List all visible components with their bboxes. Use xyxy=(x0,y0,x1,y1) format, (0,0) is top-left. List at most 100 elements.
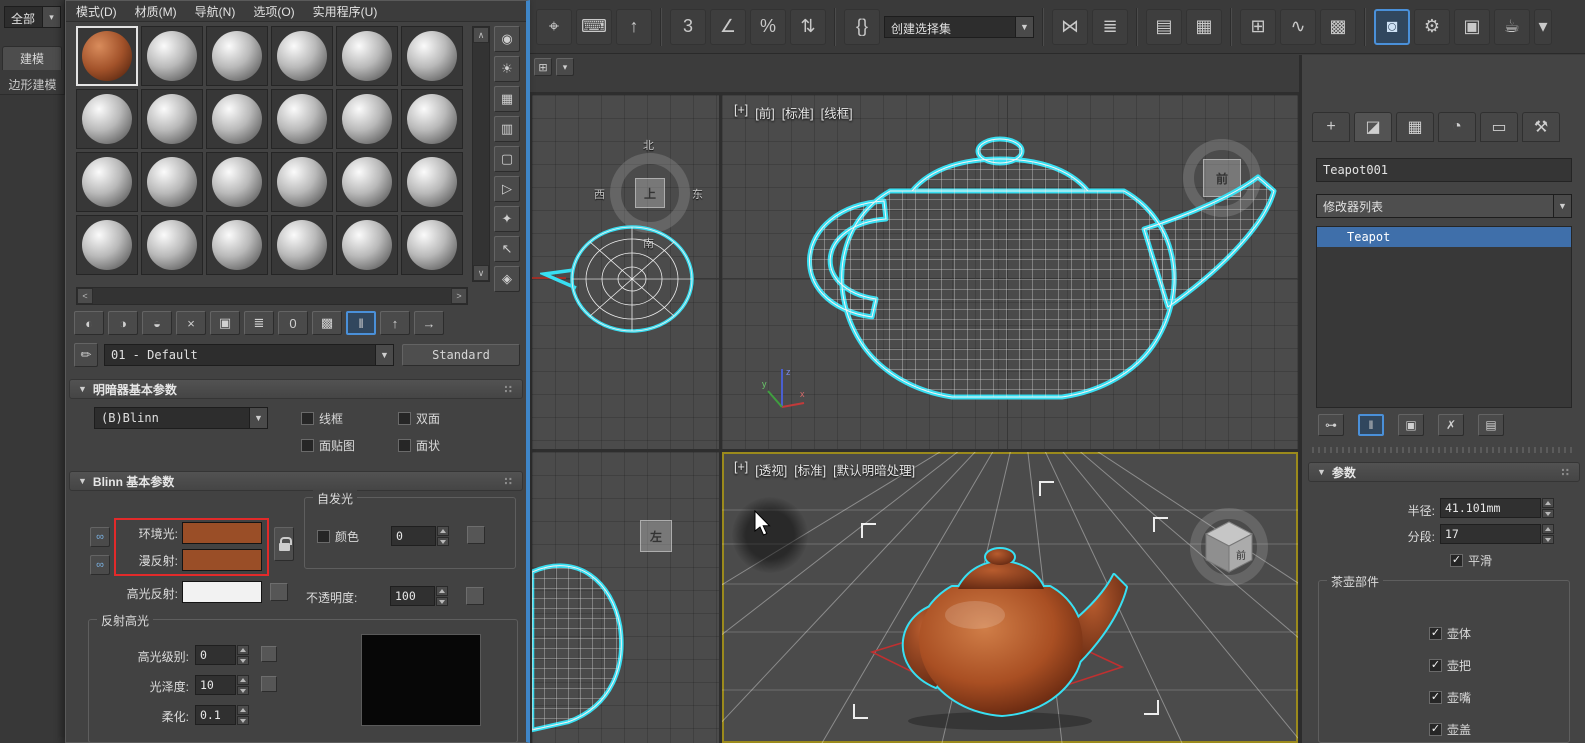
viewcube[interactable]: 前 xyxy=(1200,518,1258,576)
shader-type-dropdown[interactable]: (B)Blinn ▼ xyxy=(94,407,268,429)
chevron-down-icon[interactable]: ▼ xyxy=(375,345,393,365)
keyboard-override-button[interactable]: ⌨ xyxy=(576,8,612,45)
schematic-view-button[interactable]: ▩ xyxy=(1320,8,1356,45)
opacity-map-button[interactable] xyxy=(466,587,484,605)
scroll-up-icon[interactable]: ∧ xyxy=(473,27,489,43)
teapot-left-wireframe[interactable] xyxy=(532,538,632,743)
show-end-result-button[interactable]: ‖ xyxy=(1358,414,1384,436)
specular-level-spinner[interactable]: 0 xyxy=(195,645,249,665)
material-map-navigator-button[interactable]: ◈ xyxy=(494,266,520,292)
tab-poly-modeling[interactable]: 边形建模 xyxy=(0,76,65,93)
material-sample-slot[interactable] xyxy=(141,26,203,86)
material-sample-slot[interactable] xyxy=(271,26,333,86)
glossiness-value[interactable]: 10 xyxy=(195,675,236,695)
spinner-down-icon[interactable] xyxy=(237,715,249,725)
spinner-down-icon[interactable] xyxy=(237,685,249,695)
modifier-stack[interactable]: Teapot xyxy=(1316,226,1572,408)
viewport-shading-button[interactable]: [线框] xyxy=(821,103,853,122)
backlight-button[interactable]: ☀ xyxy=(494,56,520,82)
scrollbar-track[interactable] xyxy=(93,288,451,304)
ribbon-toggle-button[interactable]: ⊞ xyxy=(1240,8,1276,45)
spinner-up-icon[interactable] xyxy=(437,526,449,536)
sample-uv-tiling-button[interactable]: ▥ xyxy=(494,116,520,142)
viewport-menu-button[interactable]: [+] xyxy=(734,103,748,122)
material-name-combo[interactable]: 01 - Default ▼ xyxy=(104,344,394,366)
rollout-blinn-basic[interactable]: ▼ Blinn 基本参数 ∷ xyxy=(69,471,523,491)
viewport-layout-arrow-icon[interactable]: ▾ xyxy=(556,58,574,76)
viewport-perspective[interactable]: [+] [透视] [标准] [默认明暗处理] 前 xyxy=(722,452,1298,743)
remove-modifier-button[interactable]: ✗ xyxy=(1438,414,1464,436)
teapot-top-wireframe[interactable] xyxy=(540,222,700,337)
material-sample-slot[interactable] xyxy=(336,152,398,212)
part-handle-checkbox[interactable]: ✓ 壶把 xyxy=(1429,657,1471,674)
material-sample-slot[interactable] xyxy=(206,215,268,275)
menu-navigation[interactable]: 导航(N) xyxy=(195,3,236,20)
modifier-list-dropdown[interactable]: 修改器列表 ▼ xyxy=(1316,194,1572,218)
menu-material[interactable]: 材质(M) xyxy=(135,3,177,20)
material-sample-slot[interactable] xyxy=(271,89,333,149)
pin-stack-button[interactable]: ⊶ xyxy=(1318,414,1344,436)
tab-motion[interactable]: ◔ xyxy=(1438,112,1476,142)
configure-modifier-sets-button[interactable]: ▤ xyxy=(1478,414,1504,436)
chevron-down-icon[interactable]: ▾ xyxy=(42,7,60,27)
viewcube-left-face[interactable]: 左 xyxy=(640,520,672,552)
spinner-up-icon[interactable] xyxy=(436,586,448,596)
spinner-up-icon[interactable] xyxy=(1542,524,1554,534)
material-sample-slot[interactable] xyxy=(336,215,398,275)
radius-spinner[interactable]: 41.101mm xyxy=(1440,498,1554,518)
spinner-down-icon[interactable] xyxy=(1542,534,1554,544)
faceted-checkbox[interactable]: 面状 xyxy=(398,437,440,454)
put-to-library-button[interactable]: ≣ xyxy=(244,311,274,335)
scroll-down-icon[interactable]: ∨ xyxy=(473,265,489,281)
spinner-down-icon[interactable] xyxy=(436,596,448,606)
self-illum-map-button[interactable] xyxy=(467,526,485,544)
rollout-parameters[interactable]: ▼ 参数 ∷ xyxy=(1308,462,1580,482)
self-illum-value[interactable]: 0 xyxy=(391,526,436,546)
chevron-down-icon[interactable]: ▼ xyxy=(249,408,267,428)
tab-modeling[interactable]: 建模 xyxy=(2,46,62,70)
spinner-up-icon[interactable] xyxy=(237,645,249,655)
radius-value[interactable]: 41.101mm xyxy=(1440,498,1541,518)
toolbar-flyout-button[interactable]: ▾ xyxy=(1534,8,1552,45)
specular-color-swatch[interactable] xyxy=(182,581,262,603)
scroll-right-icon[interactable]: > xyxy=(451,288,467,304)
lock-ambient-diffuse-button[interactable]: ∞ xyxy=(90,527,110,547)
slots-vertical-scrollbar[interactable]: ∧ ∨ xyxy=(472,26,490,282)
lock-diffuse-specular-button[interactable]: ∞ xyxy=(90,555,110,575)
spinner-down-icon[interactable] xyxy=(1542,508,1554,518)
render-setup-button[interactable]: ⚙ xyxy=(1414,8,1450,45)
align-button[interactable]: ≣ xyxy=(1092,8,1128,45)
menu-utilities[interactable]: 实用程序(U) xyxy=(313,3,378,20)
isolate-selection-button[interactable]: ↑ xyxy=(616,8,652,45)
spinner-snap-button[interactable]: ⇅ xyxy=(790,8,826,45)
segments-spinner[interactable]: 17 xyxy=(1440,524,1554,544)
viewport-standard-button[interactable]: [标准] xyxy=(782,103,814,122)
show-in-viewport-button[interactable]: ▩ xyxy=(312,311,342,335)
modifier-stack-item[interactable]: Teapot xyxy=(1317,227,1571,247)
tab-display[interactable]: ▭ xyxy=(1480,112,1518,142)
viewport-shading-button[interactable]: [默认明暗处理] xyxy=(833,460,915,479)
tab-hierarchy[interactable]: ▦ xyxy=(1396,112,1434,142)
material-sample-slot[interactable] xyxy=(76,89,138,149)
spinner-up-icon[interactable] xyxy=(1542,498,1554,508)
reset-map-button[interactable]: × xyxy=(176,311,206,335)
tab-modify[interactable]: ◪ xyxy=(1354,112,1392,142)
material-sample-slot[interactable] xyxy=(401,215,463,275)
scene-explorer-button[interactable]: ▤ xyxy=(1146,8,1182,45)
opacity-value[interactable]: 100 xyxy=(390,586,435,606)
specular-level-map-button[interactable] xyxy=(261,646,277,662)
scrollbar-track[interactable] xyxy=(473,43,489,265)
panel-splitter[interactable] xyxy=(1312,447,1576,453)
material-sample-slot[interactable] xyxy=(206,26,268,86)
material-sample-slot[interactable] xyxy=(401,152,463,212)
material-id-button[interactable]: 0 xyxy=(278,311,308,335)
chevron-down-icon[interactable]: ▼ xyxy=(1015,16,1033,37)
viewport-standard-button[interactable]: [标准] xyxy=(794,460,826,479)
viewport-top[interactable]: 上 北 东 南 西 xyxy=(532,95,719,449)
two-sided-checkbox[interactable]: 双面 xyxy=(398,410,440,427)
segments-value[interactable]: 17 xyxy=(1440,524,1541,544)
spinner-up-icon[interactable] xyxy=(237,675,249,685)
viewport-layout-icon[interactable]: ⊞ xyxy=(534,58,552,76)
rendered-frame-button[interactable]: ▣ xyxy=(1454,8,1490,45)
menu-options[interactable]: 选项(O) xyxy=(253,3,294,20)
